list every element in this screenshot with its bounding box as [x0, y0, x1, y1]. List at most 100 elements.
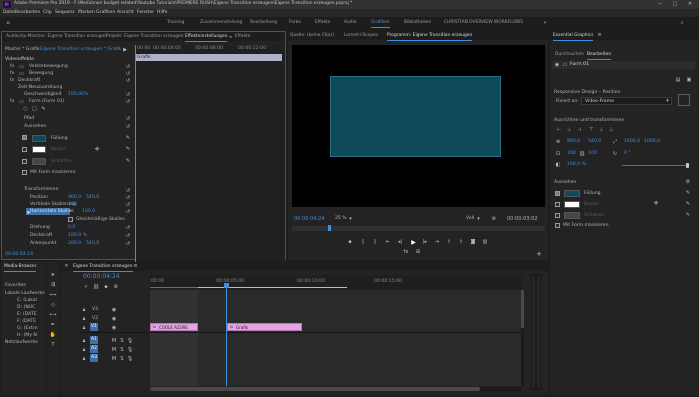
align-right-icon[interactable]: ⊣ — [576, 127, 582, 133]
menu-grafiken[interactable]: Grafiken — [96, 10, 115, 16]
eg-scale2[interactable]: 100 — [588, 151, 597, 157]
mute-icon[interactable]: M — [111, 347, 117, 353]
marker-icon[interactable]: ⬥ — [347, 239, 353, 246]
mic-icon[interactable]: 🎙︎ — [127, 347, 133, 353]
mark-in-icon[interactable]: { — [360, 239, 366, 246]
reset-icon[interactable]: ↺ — [125, 202, 131, 208]
workspace-effekte[interactable]: Effekte — [315, 20, 330, 25]
ripple-edit-icon[interactable]: ⟺ — [49, 292, 56, 298]
align-center-icon[interactable]: ⊥ — [566, 127, 572, 133]
reset-icon[interactable]: ↺ — [125, 225, 131, 231]
mb-item-network[interactable]: Netzlaufwerke — [5, 340, 38, 346]
quality-dropdown-icon[interactable]: ▾ — [476, 216, 481, 222]
workspace-christian[interactable]: CHRISTIAN OVERVIEW WORKFLOWS — [444, 20, 523, 25]
eg-stroke-checkbox[interactable] — [555, 202, 560, 207]
ec-playhead[interactable] — [135, 45, 136, 262]
razor-tool-icon[interactable]: ◇ — [50, 302, 56, 308]
track-v1[interactable]: V1 — [91, 324, 97, 330]
proxy-icon[interactable]: ⊞ — [414, 249, 422, 255]
ec-transform-title[interactable]: Transformieren — [24, 187, 58, 193]
mark-out-icon[interactable]: } — [372, 239, 378, 246]
eg-shadow-checkbox[interactable] — [555, 213, 560, 218]
eg-mask-checkbox[interactable] — [555, 223, 560, 228]
type-tool-icon[interactable]: T — [50, 342, 56, 348]
ec-add-stroke-icon[interactable]: + — [94, 145, 100, 152]
ec-mask-pen-icon[interactable]: ✎ — [40, 106, 47, 112]
eg-menu-icon[interactable]: ≡ — [597, 33, 602, 38]
ec-fill-swatch[interactable] — [32, 135, 46, 142]
export-frame-icon[interactable]: ◙ — [470, 239, 476, 246]
workspace-training[interactable]: Training — [167, 20, 184, 25]
play-icon[interactable]: ▶ — [410, 239, 417, 246]
align-top-icon[interactable]: ⊤ — [588, 127, 594, 133]
menu-hilfe[interactable]: Hilfe — [157, 10, 167, 16]
mb-item-local-drives[interactable]: Lokale Laufwerke — [5, 291, 45, 297]
menu-datei[interactable]: Datei — [3, 10, 15, 16]
ec-shadow-swatch[interactable] — [32, 158, 46, 165]
mute-icon[interactable]: M — [111, 338, 117, 344]
eg-opacity-slider[interactable] — [622, 165, 688, 166]
track-select-icon[interactable]: ⇶ — [50, 282, 56, 288]
clip-grafik[interactable]: fx Grafik — [227, 323, 302, 331]
eg-add-stroke-icon[interactable]: + — [653, 199, 659, 206]
ec-expand-icon[interactable]: ▶ — [122, 47, 128, 53]
eye-icon[interactable]: ◉ — [111, 316, 117, 322]
align-middle-icon[interactable]: ⊥ — [598, 127, 604, 133]
mb-item-f[interactable]: F: (DATE — [17, 319, 36, 325]
eg-pos-x[interactable]: 960,0 — [567, 139, 580, 145]
eg-rotation[interactable]: 0 ° — [624, 151, 631, 157]
reset-icon[interactable]: ↺ — [125, 233, 131, 239]
mb-item-d[interactable]: D: (NUC — [17, 305, 35, 311]
hand-tool-icon[interactable]: ✋ — [50, 332, 56, 338]
step-back-icon[interactable]: ◂| — [397, 239, 403, 246]
timeline-timecode[interactable]: 00:00:04:24 — [83, 274, 120, 280]
timeline-vscroll-thumb[interactable] — [521, 290, 524, 328]
menu-sequenz[interactable]: Sequenz — [55, 10, 75, 16]
reset-icon[interactable]: ↺ — [125, 116, 131, 122]
mb-item-g[interactable]: G: (Extrn — [17, 326, 38, 332]
eg-pin-diagram[interactable] — [678, 94, 690, 106]
tab-effect-controls[interactable]: Effekteinstellungen — [185, 34, 228, 44]
ec-vscale-value[interactable]: 100 — [68, 202, 77, 208]
lift-icon[interactable]: ⇧ — [446, 239, 452, 246]
eg-fill-swatch[interactable] — [564, 190, 580, 197]
reset-icon[interactable]: ↺ — [125, 71, 131, 77]
reset-icon[interactable]: ↺ — [125, 99, 131, 105]
eg-size-h[interactable]: 1000,0 — [644, 139, 660, 145]
program-quality[interactable]: Voll — [466, 216, 474, 222]
add-button-icon[interactable]: + — [536, 250, 542, 257]
ec-row-motion[interactable]: Bewegung — [29, 71, 53, 77]
mb-item-e[interactable]: E: (DATE — [17, 312, 37, 318]
go-to-in-icon[interactable]: ⇤ — [385, 239, 391, 246]
timeline-menu-icon[interactable]: ≡ — [133, 264, 138, 269]
reset-icon[interactable]: ↺ — [125, 195, 131, 201]
eye-icon[interactable]: ◉ — [111, 325, 117, 331]
eg-pin-select[interactable]: Video-Frame ▾ — [581, 97, 672, 105]
ec-row-time-remap[interactable]: Zeit-Neuzuordnung — [18, 85, 62, 91]
extract-icon[interactable]: ⇪ — [458, 239, 464, 246]
slip-tool-icon[interactable]: ⟷ — [49, 312, 56, 318]
eg-title[interactable]: Essential Graphics — [553, 33, 594, 43]
lock-icon[interactable]: 🔒︎ — [81, 338, 87, 344]
eyedropper-icon[interactable]: ✎ — [685, 201, 691, 207]
eyedropper-icon[interactable]: ✎ — [685, 212, 691, 218]
go-to-out-icon[interactable]: ⇥ — [434, 239, 440, 246]
solo-icon[interactable]: S — [119, 338, 125, 344]
solo-icon[interactable]: S — [119, 347, 125, 353]
tab-source[interactable]: Quelle: (keine Clips) — [290, 33, 334, 38]
ec-row-appearance[interactable]: Aussehen — [24, 124, 46, 130]
zoom-dropdown-icon[interactable]: ▾ — [348, 216, 353, 222]
track-v2[interactable]: V2 — [92, 316, 98, 322]
reset-icon[interactable]: ↺ — [125, 209, 131, 215]
ec-source[interactable]: Master * Grafik — [5, 47, 40, 53]
track-a3[interactable]: A3 — [91, 355, 97, 361]
workspace-grafiken[interactable]: Grafiken — [371, 20, 390, 30]
ec-stroke-swatch[interactable] — [32, 146, 46, 153]
menu-ansicht[interactable]: Ansicht — [117, 10, 134, 16]
workspace-bibliotheken[interactable]: Bibliotheken — [404, 20, 431, 25]
eyedropper-icon[interactable]: ✎ — [125, 158, 131, 164]
mic-icon[interactable]: 🎙︎ — [127, 356, 133, 362]
menu-clip[interactable]: Clip — [43, 10, 52, 16]
eye-icon[interactable]: ◉ — [111, 307, 117, 313]
align-bottom-icon[interactable]: ⊥ — [608, 127, 614, 133]
